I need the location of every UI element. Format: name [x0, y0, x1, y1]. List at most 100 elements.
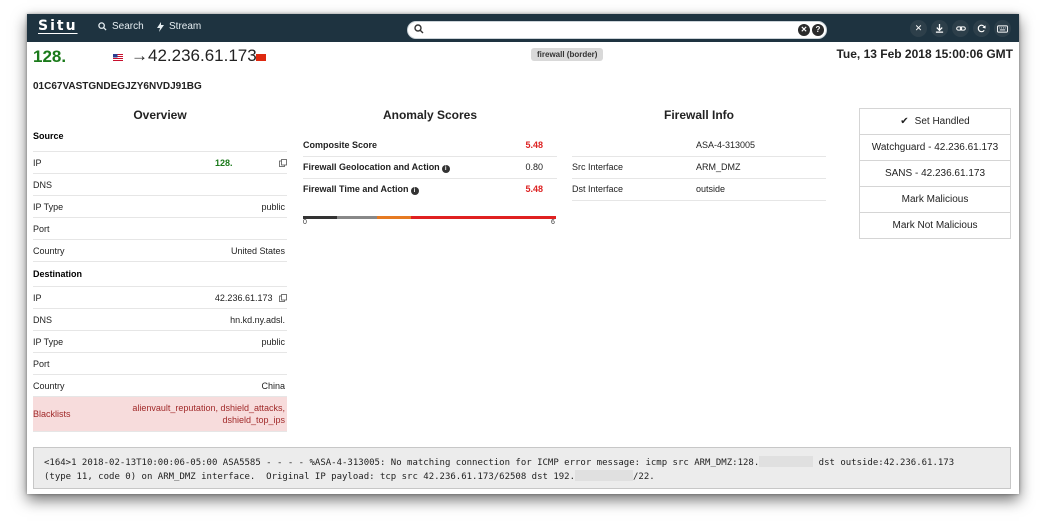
row-key: Country	[33, 381, 65, 391]
row-key: IP Type	[33, 202, 64, 212]
set-handled-button[interactable]: ✔ Set Handled	[859, 108, 1011, 135]
destination-ip-heading: →42.236.61.173	[131, 46, 257, 65]
destination-country-row: Country China	[33, 375, 287, 397]
row-key: Dst Interface	[572, 184, 624, 194]
action-buttons: ✔ Set Handled Watchguard - 42.236.61.173…	[859, 108, 1011, 239]
event-window: Situ Search Stream ✕ ? ✕ 128. →42.236.61…	[27, 14, 1019, 494]
overview-table: Source IP 128. DNS IP Type public Port C…	[33, 126, 287, 432]
app-logo[interactable]: Situ	[38, 18, 78, 34]
time-score-value: 5.48	[525, 184, 543, 194]
event-id: 01C67VASTGNDEGJZY6NVDJ91BG	[33, 81, 202, 92]
row-key: DNS	[33, 180, 53, 190]
row-value: 128.	[215, 158, 287, 168]
search-icon	[414, 24, 424, 34]
source-heading: Source	[33, 131, 64, 141]
lightning-icon	[157, 21, 164, 32]
score-label: Composite Score	[303, 140, 378, 150]
scale-max-label: 6	[551, 219, 555, 226]
geolocation-score-row: Firewall Geolocation and Action i 0.80	[303, 157, 557, 179]
check-icon: ✔	[900, 116, 909, 127]
copy-icon[interactable]	[279, 294, 287, 302]
info-icon[interactable]: i	[441, 165, 450, 173]
time-score-row: Firewall Time and Action i 5.48	[303, 179, 557, 200]
row-key: DNS	[33, 315, 53, 325]
scale-min-label: 0	[303, 219, 307, 226]
row-key: Port	[33, 359, 50, 369]
blacklists-line-1: alienvault_reputation, dshield_attacks,	[132, 403, 285, 413]
blacklists-row: Blacklists alienvault_reputation, dshiel…	[33, 397, 287, 432]
mark-not-malicious-button[interactable]: Mark Not Malicious	[859, 212, 1011, 239]
blacklists-value: alienvault_reputation, dshield_attacks, …	[132, 402, 285, 426]
destination-iptype-row: IP Type public	[33, 331, 287, 353]
close-icon[interactable]: ✕	[910, 20, 927, 37]
watchguard-lookup-button[interactable]: Watchguard - 42.236.61.173	[859, 134, 1011, 161]
source-iptype-row: IP Type public	[33, 196, 287, 218]
log-line-1-start: <164>1 2018-02-13T10:00:06-05:00 ASA5585…	[44, 458, 760, 468]
keyboard-icon[interactable]	[994, 20, 1011, 37]
score-label: Firewall Geolocation and Action i	[303, 162, 450, 173]
raw-log-message: <164>1 2018-02-13T10:00:06-05:00 ASA5585…	[33, 447, 1011, 489]
china-flag-icon	[256, 54, 266, 61]
blacklists-label: Blacklists	[33, 409, 71, 419]
mark-malicious-button[interactable]: Mark Malicious	[859, 186, 1011, 213]
anomaly-scores-title: Anomaly Scores	[382, 108, 478, 122]
row-value: United States	[230, 246, 285, 256]
anomaly-scores-table: Composite Score 5.48 Firewall Geolocatio…	[303, 135, 557, 200]
nav-search-link[interactable]: Search	[98, 21, 144, 32]
sans-lookup-button[interactable]: SANS - 42.236.61.173	[859, 160, 1011, 187]
time-score-label: Firewall Time and Action	[303, 184, 409, 194]
src-interface-value: ARM_DMZ	[696, 162, 741, 172]
log-line-2-end: /22.	[633, 472, 655, 482]
row-value: public	[261, 337, 285, 347]
destination-dns-row: DNS hn.kd.ny.adsl.	[33, 309, 287, 331]
destination-heading: Destination	[33, 269, 83, 279]
copy-icon[interactable]	[279, 159, 287, 167]
score-label: Firewall Time and Action i	[303, 184, 419, 195]
toolbar-icons: ✕	[910, 20, 1011, 37]
dst-interface-row: Dst Interface outside	[572, 179, 826, 201]
firewall-rule-row: ASA-4-313005	[572, 135, 826, 157]
source-ip-value: 128.	[214, 158, 233, 168]
download-icon[interactable]	[931, 20, 948, 37]
top-nav: Situ Search Stream ✕ ? ✕	[27, 14, 1019, 42]
firewall-rule-value: ASA-4-313005	[696, 140, 756, 150]
row-key: Country	[33, 246, 65, 256]
nav-search-label: Search	[112, 21, 144, 32]
clear-icon[interactable]: ✕	[798, 24, 810, 36]
scale-segment-high	[411, 216, 556, 219]
blacklists-line-2: dshield_top_ips	[222, 415, 285, 425]
help-icon[interactable]: ?	[812, 24, 824, 36]
destination-port-row: Port	[33, 353, 287, 375]
link-icon[interactable]	[952, 20, 969, 37]
row-value: 42.236.61.173	[215, 293, 287, 303]
composite-score-row: Composite Score 5.48	[303, 135, 557, 157]
dst-interface-value: outside	[696, 184, 726, 194]
scale-segment-low	[303, 216, 337, 219]
score-scale-bar	[303, 216, 556, 219]
row-value: China	[261, 381, 285, 391]
log-line-2-start: (type 11, code 0) on ARM_DMZ interface. …	[44, 472, 576, 482]
search-input[interactable]	[426, 23, 790, 38]
source-section-heading: Source	[33, 126, 287, 152]
geolocation-score-label: Firewall Geolocation and Action	[303, 162, 440, 172]
refresh-icon[interactable]	[973, 20, 990, 37]
destination-ip-value: 42.236.61.173	[214, 293, 273, 303]
source-country-row: Country United States	[33, 240, 287, 262]
source-ip-heading: 128.	[33, 47, 67, 66]
src-interface-row: Src Interface ARM_DMZ	[572, 157, 826, 179]
redacted-block	[575, 470, 634, 481]
nav-stream-link[interactable]: Stream	[157, 21, 201, 32]
row-key: IP	[33, 158, 42, 168]
source-type-badge: firewall (border)	[531, 48, 604, 61]
search-icon	[98, 22, 107, 31]
nav-stream-label: Stream	[169, 21, 202, 32]
row-key: Port	[33, 224, 50, 234]
set-handled-label: Set Handled	[914, 116, 970, 127]
row-value: hn.kd.ny.adsl.	[230, 315, 285, 325]
info-icon[interactable]: i	[410, 187, 419, 195]
redacted-block	[759, 456, 814, 467]
search-bar: ✕ ?	[407, 21, 827, 39]
firewall-info-title: Firewall Info	[663, 108, 734, 122]
source-ip-row: IP 128.	[33, 152, 287, 174]
destination-ip-row: IP 42.236.61.173	[33, 287, 287, 309]
